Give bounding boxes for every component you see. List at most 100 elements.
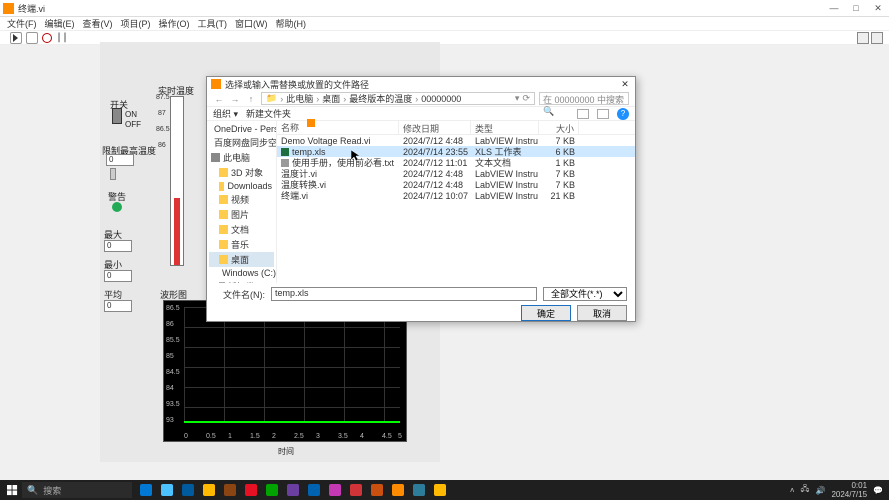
refresh-icon[interactable]: ⟳ [522, 93, 530, 104]
taskbar-app[interactable] [199, 480, 219, 500]
crumb-dropdown-icon[interactable]: ▾ [515, 93, 520, 104]
graph-xtick: 3.5 [338, 433, 348, 440]
taskbar-tasks [136, 480, 450, 500]
search-icon: 🔍 [27, 485, 38, 496]
notification-icon[interactable]: 💬 [873, 486, 883, 495]
graph-xtick: 3 [316, 433, 320, 440]
header-type[interactable]: 类型 [471, 121, 539, 134]
max-value: 0 [104, 240, 132, 252]
tray-network-icon[interactable]: 🖧 [801, 483, 810, 497]
graph-ytick: 85 [166, 353, 174, 360]
taskbar-app[interactable] [136, 480, 156, 500]
thermometer [170, 96, 184, 266]
graph-ytick: 84.5 [166, 369, 180, 376]
taskbar-app[interactable] [304, 480, 324, 500]
run-continuous-button[interactable] [26, 32, 38, 44]
file-row[interactable]: Demo Voltage Read.vi2024/7/12 4:48LabVIE… [277, 135, 635, 146]
taskbar-app[interactable] [325, 480, 345, 500]
filename-input[interactable]: temp.xls [271, 287, 537, 301]
filter-select[interactable]: 全部文件(*.*) [543, 287, 627, 301]
new-folder-button[interactable]: 新建文件夹 [246, 107, 291, 120]
maximize-button[interactable]: □ [845, 0, 867, 16]
file-row[interactable]: 终端.vi2024/7/12 10:07LabVIEW Instru…21 KB [277, 190, 635, 201]
run-button[interactable] [10, 32, 22, 44]
tree-item[interactable]: Windows (C:) [209, 267, 274, 279]
menu-tools[interactable]: 工具(T) [194, 17, 232, 30]
taskbar-app[interactable] [178, 480, 198, 500]
nav-forward-button[interactable]: → [229, 94, 241, 104]
menu-project[interactable]: 项目(P) [117, 17, 155, 30]
minimize-button[interactable]: — [823, 0, 845, 16]
menu-edit[interactable]: 编辑(E) [41, 17, 79, 30]
pause-button[interactable]: || [56, 32, 68, 43]
limit-slider[interactable] [110, 168, 116, 180]
graph-xtick: 0 [184, 433, 188, 440]
taskbar-app[interactable] [220, 480, 240, 500]
graph-xtick: 2.5 [294, 433, 304, 440]
filename-label: 文件名(N): [215, 288, 265, 301]
search-input[interactable]: 在 00000000 中搜索 🔍 [539, 92, 629, 105]
tree-item[interactable]: 新加卷 (D:) [209, 279, 274, 283]
tree-item[interactable]: 音乐 [209, 237, 274, 252]
tree-item[interactable]: Downloads [209, 180, 274, 192]
tree-item[interactable]: 视频 [209, 192, 274, 207]
tray-volume-icon[interactable]: 🔊 [815, 486, 825, 495]
taskbar-app[interactable] [367, 480, 387, 500]
menu-view[interactable]: 查看(V) [79, 17, 117, 30]
taskbar-app[interactable] [346, 480, 366, 500]
switch-off: OFF [125, 120, 141, 129]
tray-chevron-icon[interactable]: ˄ [790, 486, 795, 495]
taskbar-app[interactable] [283, 480, 303, 500]
taskbar-search[interactable]: 🔍 搜索 [22, 482, 132, 498]
dialog-footer: 文件名(N): temp.xls 全部文件(*.*) 确定 取消 [207, 283, 635, 325]
taskbar: 🔍 搜索 ˄ 🖧 🔊 0:01 2024/7/15 💬 [0, 480, 889, 500]
taskbar-app[interactable] [388, 480, 408, 500]
dialog-titlebar: 选择或输入需替换或放置的文件路径 ✕ [207, 77, 635, 91]
tree-item[interactable]: 百度网盘同步空间 [209, 135, 274, 150]
abort-button[interactable] [42, 33, 52, 43]
tree-item[interactable]: 此电脑 [209, 150, 274, 165]
breadcrumb[interactable]: 📁› 此电脑› 桌面› 最终版本的温度› 00000000 ▾ ⟳ [261, 92, 535, 105]
crumb-item[interactable]: 桌面 [322, 92, 340, 105]
nav-up-button[interactable]: ↑ [245, 94, 257, 104]
taskbar-app[interactable] [430, 480, 450, 500]
header-name[interactable]: 名称 [277, 121, 399, 134]
help-button[interactable]: ? [617, 108, 629, 120]
cancel-button[interactable]: 取消 [577, 305, 627, 321]
dialog-close-button[interactable]: ✕ [619, 79, 631, 90]
app-icon [3, 3, 14, 14]
taskbar-app[interactable] [157, 480, 177, 500]
thermo-tick: 86 [158, 142, 166, 149]
tree-item[interactable]: 文档 [209, 222, 274, 237]
thermo-tick: 87.5 [156, 94, 170, 101]
graph-ytick: 93.5 [166, 401, 180, 408]
graph-ytick: 93 [166, 417, 174, 424]
tree-item[interactable]: 图片 [209, 207, 274, 222]
tree-item[interactable]: 桌面 [209, 252, 274, 267]
power-switch[interactable] [108, 108, 126, 132]
header-date[interactable]: 修改日期 [399, 121, 471, 134]
taskbar-app[interactable] [409, 480, 429, 500]
crumb-item[interactable]: 00000000 [421, 94, 461, 104]
close-button[interactable]: ✕ [867, 0, 889, 16]
menu-operate[interactable]: 操作(O) [155, 17, 194, 30]
limit-input[interactable]: 0 [106, 154, 134, 166]
taskbar-app[interactable] [241, 480, 261, 500]
clock[interactable]: 0:01 2024/7/15 [831, 481, 867, 499]
tree-item[interactable]: OneDrive - Pers… [209, 123, 274, 135]
taskbar-app[interactable] [262, 480, 282, 500]
menu-file[interactable]: 文件(F) [3, 17, 41, 30]
nav-back-button[interactable]: ← [213, 94, 225, 104]
ok-button[interactable]: 确定 [521, 305, 571, 321]
menu-help[interactable]: 帮助(H) [272, 17, 311, 30]
organize-button[interactable]: 组织 ▾ [213, 107, 238, 120]
crumb-item[interactable]: 此电脑 [286, 92, 313, 105]
preview-button[interactable] [597, 109, 609, 119]
start-button[interactable] [2, 480, 22, 500]
graph-xtick: 4 [360, 433, 364, 440]
crumb-item[interactable]: 最终版本的温度 [349, 92, 412, 105]
tree-item[interactable]: 3D 对象 [209, 165, 274, 180]
header-size[interactable]: 大小 [539, 121, 579, 134]
menu-window[interactable]: 窗口(W) [231, 17, 272, 30]
view-mode-button[interactable] [577, 109, 589, 119]
